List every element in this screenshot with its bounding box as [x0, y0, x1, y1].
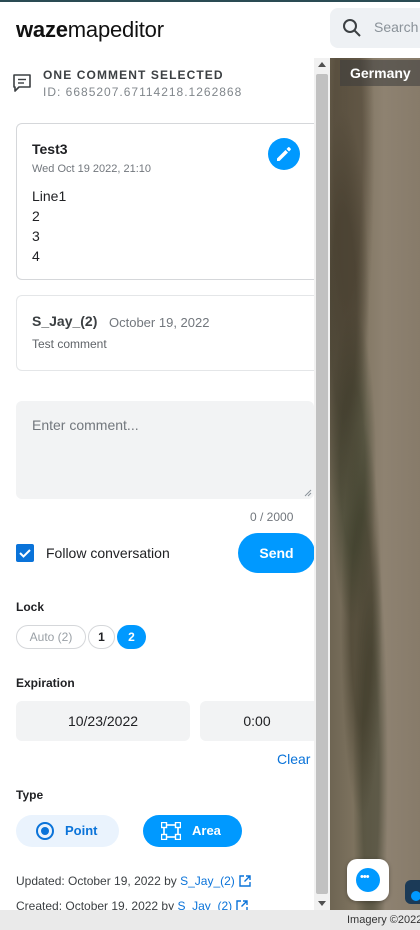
lock-option-auto[interactable]: Auto (2) — [16, 625, 86, 649]
updated-user-link[interactable]: S_Jay_(2) — [180, 874, 235, 888]
chat-button[interactable] — [347, 859, 389, 901]
type-area-button[interactable]: Area — [143, 815, 242, 847]
reply-card — [16, 295, 330, 371]
type-point-button[interactable]: Point — [16, 815, 119, 847]
pencil-icon — [277, 147, 291, 161]
lock-option-2[interactable]: 2 — [117, 625, 146, 649]
panel-bottom-strip — [0, 910, 330, 930]
comment-title: Test3 — [32, 141, 68, 157]
type-area-label: Area — [192, 823, 221, 838]
selection-id: ID: 6685207.67114218.1262868 — [43, 85, 243, 99]
comment-body: Line1 2 3 4 — [32, 186, 66, 266]
search-icon — [343, 19, 361, 37]
comment-icon — [13, 74, 31, 92]
comment-textarea[interactable]: Enter comment... — [16, 401, 314, 499]
scrollbar-thumb[interactable] — [316, 74, 328, 894]
external-link-icon[interactable] — [239, 875, 251, 887]
reply-text: Test comment — [32, 337, 107, 351]
comment-line: Line1 — [32, 188, 67, 204]
expiration-time-field[interactable]: 0:00 — [200, 701, 314, 741]
updated-info: Updated: October 19, 2022 by S_Jay_(2) — [16, 874, 251, 888]
reply-user[interactable]: S_Jay_(2) — [32, 313, 97, 329]
search-input[interactable]: Search — [330, 8, 420, 48]
type-point-label: Point — [65, 823, 98, 838]
search-placeholder: Search — [374, 19, 419, 35]
comment-date: Wed Oct 19 2022, 21:10 — [32, 163, 152, 175]
send-button[interactable]: Send — [238, 533, 315, 573]
point-radio-icon — [36, 822, 54, 840]
scroll-down-arrow-icon[interactable] — [318, 901, 326, 906]
logo-waze: waze — [16, 17, 68, 42]
character-counter: 0 / 2000 — [250, 510, 294, 524]
edit-comment-button[interactable] — [268, 138, 300, 170]
panel-scrollbar[interactable] — [314, 58, 330, 910]
map-country-label: Germany — [340, 60, 420, 86]
follow-conversation-checkbox[interactable] — [16, 544, 34, 562]
selection-title: ONE COMMENT SELECTED — [43, 68, 224, 82]
lock-label: Lock — [16, 600, 45, 614]
comment-line: 3 — [32, 228, 40, 244]
logo-mapeditor: mapeditor — [67, 17, 164, 42]
clear-expiration-link[interactable]: Clear — [277, 751, 310, 767]
expiration-date-field[interactable]: 10/23/2022 — [16, 701, 190, 741]
imagery-credit: Imagery ©2022 — [330, 910, 420, 930]
follow-conversation-label[interactable]: Follow conversation — [46, 545, 170, 561]
area-polygon-icon — [161, 822, 181, 840]
type-label: Type — [16, 788, 44, 802]
map-control-button[interactable] — [405, 880, 420, 904]
chat-icon — [356, 868, 380, 892]
scroll-up-arrow-icon[interactable] — [318, 62, 326, 67]
comment-placeholder: Enter comment... — [32, 417, 139, 433]
expiration-label: Expiration — [16, 676, 75, 690]
satellite-map[interactable] — [330, 58, 420, 910]
lock-option-1[interactable]: 1 — [88, 625, 115, 649]
updated-prefix: Updated: October 19, 2022 by — [16, 874, 181, 888]
reply-date: October 19, 2022 — [109, 315, 210, 330]
waze-map-editor-logo[interactable]: wazemapeditor — [16, 17, 164, 43]
comment-line: 4 — [32, 248, 40, 264]
comment-line: 2 — [32, 208, 40, 224]
checkmark-icon — [19, 549, 31, 558]
resize-grip-icon[interactable] — [304, 489, 312, 497]
